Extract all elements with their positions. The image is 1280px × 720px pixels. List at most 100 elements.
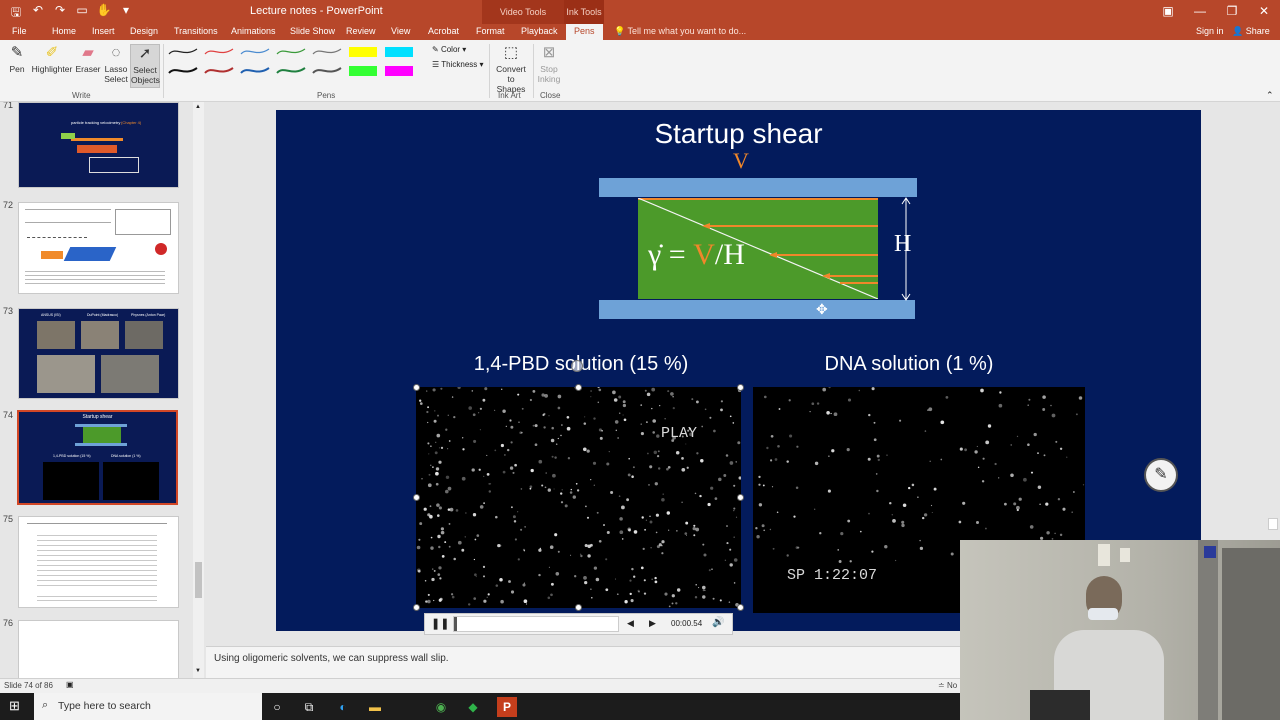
pbd-video[interactable]: PLAY [416, 387, 741, 608]
redo-icon[interactable]: ↷ [52, 3, 68, 24]
editor-scrollbar-button[interactable] [1268, 518, 1278, 530]
right-video-label[interactable]: DNA solution (1 %) [754, 353, 1064, 376]
minimize-icon[interactable]: — [1184, 0, 1216, 24]
pen-button[interactable]: ✎ Pen [6, 44, 28, 74]
undo-icon[interactable]: ↶ [30, 3, 46, 24]
arrow-cursor-icon: ➚ [138, 45, 152, 62]
task-view-icon[interactable]: ⧉ [299, 697, 319, 717]
tab-transitions[interactable]: Transitions [174, 26, 218, 36]
touch-mode-icon[interactable]: ✋ [96, 3, 112, 24]
stop-inking-button[interactable]: ⊠ Stop Inking [536, 44, 562, 84]
thumb-photo [101, 355, 159, 393]
lasso-select-button[interactable]: ◌ Lasso Select [102, 44, 130, 84]
collapse-ribbon-icon[interactable]: ⌃ [1266, 90, 1274, 101]
tab-home[interactable]: Home [52, 26, 76, 36]
convert-to-shapes-button[interactable]: ⬚ Convert to Shapes [492, 44, 530, 94]
highlighter-button[interactable]: ✐ Highlighter [30, 44, 74, 74]
pen-swatch[interactable] [382, 44, 416, 60]
pen-swatch[interactable] [166, 44, 200, 60]
tab-animations[interactable]: Animations [231, 26, 276, 36]
chrome-icon[interactable]: ◉ [431, 697, 451, 717]
pen-swatch[interactable] [310, 63, 344, 79]
thumb-number: 76 [3, 618, 14, 628]
pen-swatch[interactable] [202, 63, 236, 79]
media-progress-track[interactable] [453, 616, 619, 632]
restore-icon[interactable]: ❐ [1216, 0, 1248, 24]
notes-toggle[interactable]: ≐ No [938, 681, 957, 690]
resize-handle[interactable] [413, 494, 420, 501]
tell-me-search[interactable]: 💡 Tell me what you want to do... [614, 26, 746, 37]
tab-format[interactable]: Format [476, 26, 505, 36]
tab-design[interactable]: Design [130, 26, 158, 36]
tab-view[interactable]: View [391, 26, 410, 36]
slide-thumb-76[interactable] [18, 620, 179, 678]
pen-swatch[interactable] [274, 44, 308, 60]
tab-pens[interactable]: Pens [566, 24, 603, 40]
step-forward-icon[interactable]: ▶ [649, 618, 656, 629]
slide-thumb-72[interactable] [18, 202, 179, 294]
eraser-button[interactable]: ▰ Eraser [74, 44, 102, 74]
slide-thumb-75[interactable] [18, 516, 179, 608]
edge-icon[interactable]: ◐ [333, 697, 353, 717]
pen-swatch[interactable] [238, 63, 272, 79]
select-objects-button[interactable]: ➚ Select Objects [130, 44, 160, 88]
media-progress-thumb[interactable] [454, 617, 457, 631]
slide-thumb-71[interactable]: particle tracking velocimetry (Chapter 4… [18, 102, 179, 188]
scroll-up-icon[interactable]: ▲ [195, 104, 201, 110]
resize-handle[interactable] [737, 604, 744, 611]
save-icon[interactable]: 🖫 [8, 3, 24, 24]
thumbnail-scrollbar[interactable]: ▲ ▼ [193, 102, 204, 678]
pen-swatch[interactable] [346, 63, 380, 79]
resize-handle[interactable] [575, 384, 582, 391]
app-icon[interactable]: ◆ [463, 697, 483, 717]
particle-field-left [416, 387, 741, 608]
sign-in-link[interactable]: Sign in [1196, 26, 1224, 36]
slideshow-icon[interactable]: ▭ [74, 3, 90, 24]
volume-icon[interactable]: 🔊 [712, 617, 724, 628]
tab-acrobat[interactable]: Acrobat [428, 26, 459, 36]
step-back-icon[interactable]: ◀ [627, 618, 634, 629]
resize-handle[interactable] [413, 604, 420, 611]
pen-swatch[interactable] [310, 44, 344, 60]
tab-insert[interactable]: Insert [92, 26, 115, 36]
scroll-down-icon[interactable]: ▼ [195, 668, 201, 674]
powerpoint-icon[interactable]: P [497, 697, 517, 717]
file-explorer-icon[interactable]: ▬ [365, 697, 385, 717]
tab-file[interactable]: File [12, 26, 27, 36]
share-button[interactable]: 👤 Share [1232, 26, 1270, 37]
resize-handle[interactable] [737, 494, 744, 501]
slide-title[interactable]: Startup shear [276, 118, 1201, 150]
pen-swatch[interactable] [274, 63, 308, 79]
pen-swatch[interactable] [166, 63, 200, 79]
pause-icon[interactable]: ❚❚ [431, 617, 449, 630]
spelling-icon[interactable]: ▣ [66, 680, 74, 689]
pen-swatch[interactable] [346, 44, 380, 60]
tab-playback[interactable]: Playback [521, 26, 558, 36]
thickness-dropdown[interactable]: ☰ Thickness ▾ [432, 60, 484, 69]
slide-thumb-74[interactable]: Startup shear 1,4-PBD solution (15 %) DN… [17, 410, 178, 505]
pen-tool-icon[interactable]: ✎ [1144, 458, 1178, 492]
cortana-icon[interactable]: ○ [267, 697, 287, 717]
slide-thumb-73[interactable]: ANSUS (ISI) DuPoint (Madrasco) Physnes (… [18, 308, 179, 399]
pen-swatch[interactable] [202, 44, 236, 60]
webcam-cabinet [1222, 548, 1280, 720]
customize-qat-icon[interactable]: ▾ [118, 3, 134, 24]
rotate-handle[interactable] [571, 360, 583, 372]
ribbon-display-icon[interactable]: ▣ [1152, 0, 1184, 24]
thumb-73-label: ANSUS (ISI) [41, 313, 61, 317]
resize-handle[interactable] [737, 384, 744, 391]
windows-start-icon[interactable]: ⊞ [9, 698, 20, 714]
taskbar-search[interactable]: ⌕ Type here to search [34, 693, 262, 720]
resize-handle[interactable] [575, 604, 582, 611]
notes-text[interactable]: Using oligomeric solvents, we can suppre… [214, 653, 449, 664]
color-label: Color [440, 45, 461, 54]
resize-handle[interactable] [413, 384, 420, 391]
pen-swatch[interactable] [382, 63, 416, 79]
color-dropdown[interactable]: ✎ Color ▾ [432, 45, 466, 54]
tab-slide-show[interactable]: Slide Show [290, 26, 335, 36]
pen-swatch[interactable] [238, 44, 272, 60]
window-title: Lecture notes - PowerPoint [250, 5, 383, 17]
scrollbar-thumb[interactable] [195, 562, 202, 598]
tab-review[interactable]: Review [346, 26, 376, 36]
close-icon[interactable]: ✕ [1248, 0, 1280, 24]
